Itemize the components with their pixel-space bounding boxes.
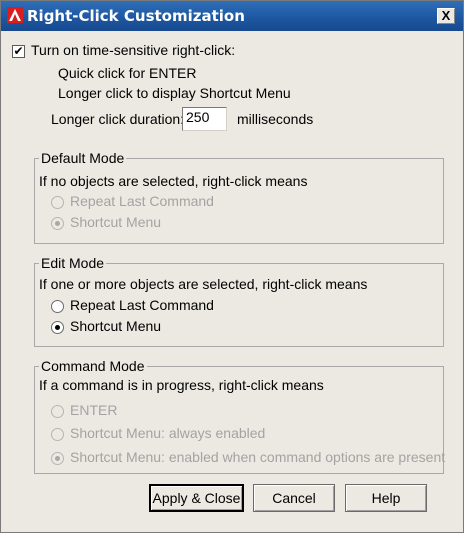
command-enter-label[interactable]: ENTER xyxy=(70,402,117,418)
duration-input[interactable]: 250 xyxy=(182,107,227,131)
cancel-button[interactable]: Cancel xyxy=(253,484,335,512)
close-button[interactable]: X xyxy=(437,8,455,24)
duration-value: 250 xyxy=(186,109,210,125)
radio-selected-dot xyxy=(55,456,60,461)
command-options-radio[interactable] xyxy=(51,452,64,465)
help-button[interactable]: Help xyxy=(345,484,427,512)
command-mode-description: If a command is in progress, right-click… xyxy=(39,377,324,393)
edit-shortcut-radio[interactable] xyxy=(51,321,64,334)
edit-repeat-label[interactable]: Repeat Last Command xyxy=(70,297,214,313)
command-mode-legend: Command Mode xyxy=(39,358,147,374)
default-shortcut-radio[interactable] xyxy=(51,217,64,230)
autocad-logo-icon xyxy=(7,7,23,23)
quick-click-text: Quick click for ENTER xyxy=(58,65,197,81)
title-bar[interactable]: Right-Click Customization X xyxy=(1,1,463,31)
duration-label: Longer click duration: xyxy=(51,111,185,127)
window-title: Right-Click Customization xyxy=(27,7,245,25)
checkmark-icon: ✔ xyxy=(13,44,24,58)
command-enter-radio[interactable] xyxy=(51,405,64,418)
command-always-label[interactable]: Shortcut Menu: always enabled xyxy=(70,425,265,441)
longer-click-text: Longer click to display Shortcut Menu xyxy=(58,85,291,101)
edit-mode-description: If one or more objects are selected, rig… xyxy=(39,276,368,292)
default-mode-description: If no objects are selected, right-click … xyxy=(39,173,308,189)
edit-repeat-radio[interactable] xyxy=(51,300,64,313)
default-repeat-radio[interactable] xyxy=(51,196,64,209)
duration-unit: milliseconds xyxy=(237,111,314,127)
command-always-radio[interactable] xyxy=(51,428,64,441)
default-repeat-label[interactable]: Repeat Last Command xyxy=(70,193,214,209)
time-sensitive-label[interactable]: Turn on time-sensitive right-click: xyxy=(31,42,235,58)
apply-close-button[interactable]: Apply & Close xyxy=(149,484,244,512)
edit-mode-legend: Edit Mode xyxy=(39,255,107,271)
time-sensitive-checkbox[interactable]: ✔ xyxy=(12,45,25,58)
radio-selected-dot xyxy=(55,325,60,330)
edit-shortcut-label[interactable]: Shortcut Menu xyxy=(70,318,161,334)
default-mode-legend: Default Mode xyxy=(39,150,127,166)
right-click-customization-dialog: Right-Click Customization X ✔ Turn on ti… xyxy=(0,0,464,533)
close-icon: X xyxy=(441,8,451,23)
default-shortcut-label[interactable]: Shortcut Menu xyxy=(70,214,161,230)
radio-selected-dot xyxy=(55,221,60,226)
command-options-label[interactable]: Shortcut Menu: enabled when command opti… xyxy=(70,449,445,465)
